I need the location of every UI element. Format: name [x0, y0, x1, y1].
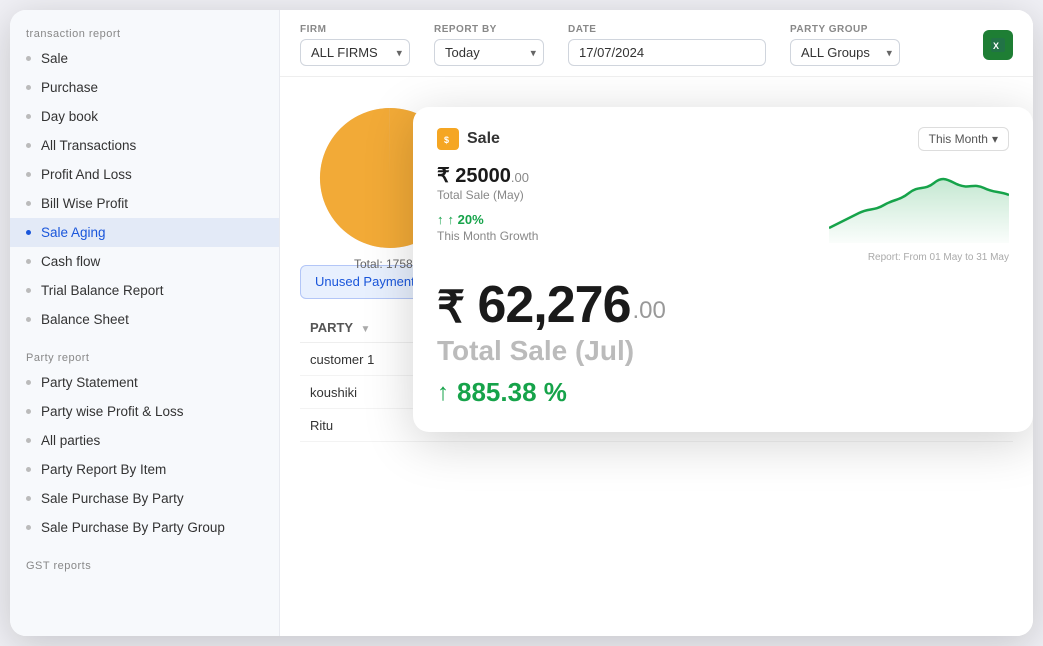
- big-growth: ↑ 885.38 %: [437, 377, 1009, 408]
- main-content: FIRM ALL FIRMS REPORT BY Today This Week…: [280, 10, 1033, 636]
- sidebar-item-daybook[interactable]: Day book: [10, 102, 279, 131]
- sale-stats: ₹ 25000.00 Total Sale (May) ↑ ↑ 20% This…: [437, 163, 809, 263]
- mini-chart-container: Report: From 01 May to 31 May: [829, 163, 1009, 263]
- date-label: DATE: [568, 24, 766, 35]
- svg-text:X: X: [993, 41, 999, 51]
- sidebar-item-purchase[interactable]: Purchase: [10, 73, 279, 102]
- big-numbers-section: ₹ 62,276 .00 Total Sale (Jul) ↑ 885.38 %: [437, 279, 1009, 408]
- app-container: transaction report Sale Purchase Day boo…: [10, 10, 1033, 636]
- report-area: Total: 175800 Current (0) 31-45 Days (0)…: [280, 77, 1033, 636]
- dot-icon: [26, 201, 31, 206]
- party-group-select-wrapper: ALL Groups: [790, 39, 900, 66]
- small-sale-label: Total Sale (May): [437, 188, 809, 202]
- chevron-down-icon: ▾: [992, 132, 998, 146]
- sidebar-item-sale-purchase-party[interactable]: Sale Purchase By Party: [10, 484, 279, 513]
- dot-icon: [26, 409, 31, 414]
- growth-label: This Month Growth: [437, 229, 809, 243]
- dot-icon: [26, 467, 31, 472]
- sale-icon: $: [437, 128, 459, 150]
- sale-card-title: $ Sale: [437, 128, 500, 150]
- sale-card-header: $ Sale This Month ▾: [437, 127, 1009, 151]
- sidebar-item-party-profit-loss[interactable]: Party wise Profit & Loss: [10, 397, 279, 426]
- firm-select-wrapper: ALL FIRMS: [300, 39, 410, 66]
- growth-badge: ↑ ↑ 20%: [437, 212, 809, 227]
- dot-icon: [26, 230, 31, 235]
- sidebar-item-cash-flow[interactable]: Cash flow: [10, 247, 279, 276]
- sidebar-item-all-parties[interactable]: All parties: [10, 426, 279, 455]
- dot-icon: [26, 380, 31, 385]
- dot-icon: [26, 172, 31, 177]
- report-by-group: REPORT BY Today This Week This Month: [434, 24, 544, 66]
- sale-card: $ Sale This Month ▾ ₹ 25000.00: [413, 107, 1033, 432]
- svg-text:$: $: [444, 135, 449, 145]
- date-input[interactable]: [568, 39, 766, 66]
- firm-select[interactable]: ALL FIRMS: [300, 39, 410, 66]
- big-amount-row: ₹ 62,276 .00: [437, 279, 1009, 331]
- dot-icon: [26, 85, 31, 90]
- sidebar-item-sale[interactable]: Sale: [10, 44, 279, 73]
- total-sale-label: Total Sale (Jul): [437, 335, 1009, 367]
- sidebar-item-profit-loss[interactable]: Profit And Loss: [10, 160, 279, 189]
- firm-group: FIRM ALL FIRMS: [300, 24, 410, 66]
- up-arrow-icon: ↑: [437, 212, 444, 227]
- report-by-select-wrapper: Today This Week This Month: [434, 39, 544, 66]
- sidebar: transaction report Sale Purchase Day boo…: [10, 10, 280, 636]
- party-group-group: PARTY GROUP ALL Groups: [790, 24, 900, 66]
- date-group: DATE: [568, 24, 766, 66]
- sidebar-item-balance-sheet[interactable]: Balance Sheet: [10, 305, 279, 334]
- sale-card-top: ₹ 25000.00 Total Sale (May) ↑ ↑ 20% This…: [437, 163, 1009, 263]
- toolbar: FIRM ALL FIRMS REPORT BY Today This Week…: [280, 10, 1033, 77]
- mini-line-chart: [829, 163, 1009, 243]
- sidebar-item-party-statement[interactable]: Party Statement: [10, 368, 279, 397]
- dot-icon: [26, 143, 31, 148]
- party-section-label: Party report: [10, 344, 279, 368]
- filter-icon-party[interactable]: ▼: [360, 324, 370, 335]
- sidebar-item-bill-wise-profit[interactable]: Bill Wise Profit: [10, 189, 279, 218]
- firm-label: FIRM: [300, 24, 410, 35]
- sidebar-item-party-report-item[interactable]: Party Report By Item: [10, 455, 279, 484]
- sidebar-item-trial-balance[interactable]: Trial Balance Report: [10, 276, 279, 305]
- sidebar-item-sale-purchase-party-group[interactable]: Sale Purchase By Party Group: [10, 513, 279, 542]
- big-decimal: .00: [633, 297, 666, 325]
- dot-icon: [26, 114, 31, 119]
- report-by-select[interactable]: Today This Week This Month: [434, 39, 544, 66]
- sidebar-item-all-transactions[interactable]: All Transactions: [10, 131, 279, 160]
- dot-icon: [26, 56, 31, 61]
- dot-icon: [26, 438, 31, 443]
- party-group-select[interactable]: ALL Groups: [790, 39, 900, 66]
- sidebar-item-sale-aging[interactable]: Sale Aging: [10, 218, 279, 247]
- gst-section-label: GST reports: [10, 552, 279, 576]
- month-selector-button[interactable]: This Month ▾: [918, 127, 1009, 151]
- dot-icon: [26, 317, 31, 322]
- dot-icon: [26, 288, 31, 293]
- small-decimal: .00: [511, 170, 529, 185]
- big-rupee-symbol: ₹ 62,276: [437, 279, 631, 331]
- dot-icon: [26, 496, 31, 501]
- chart-report-label: Report: From 01 May to 31 May: [829, 252, 1009, 263]
- dot-icon: [26, 525, 31, 530]
- small-sale-amount: ₹ 25000.00: [437, 163, 809, 188]
- excel-export-button[interactable]: X: [983, 30, 1013, 60]
- big-arrow-up-icon: ↑: [437, 379, 449, 407]
- dot-icon: [26, 259, 31, 264]
- party-group-label: PARTY GROUP: [790, 24, 900, 35]
- report-by-label: REPORT BY: [434, 24, 544, 35]
- transaction-section-label: transaction report: [10, 20, 279, 44]
